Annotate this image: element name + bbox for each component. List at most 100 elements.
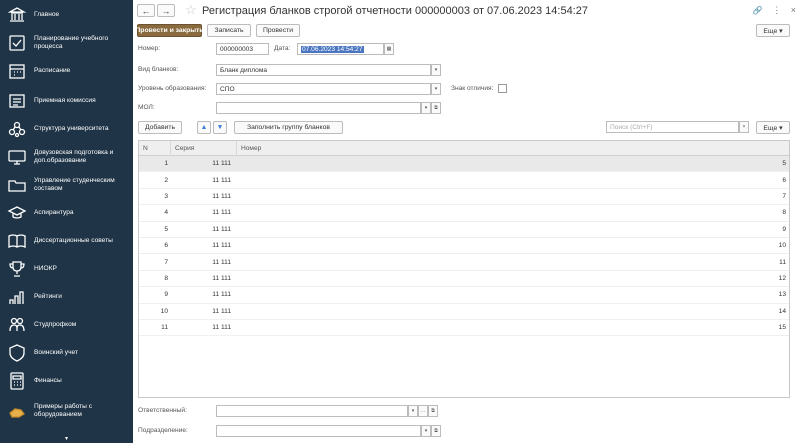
move-down-icon[interactable]: ▼ xyxy=(213,121,227,134)
sidebar-item[interactable]: Студпрофком xyxy=(0,310,133,340)
add-button[interactable]: Добавить xyxy=(138,121,182,134)
cell-n: 10 xyxy=(160,307,168,315)
edu-level-dropdown-icon[interactable]: ▾ xyxy=(431,83,441,95)
sidebar-item[interactable]: Рейтинги xyxy=(0,282,133,312)
blank-type-dropdown-icon[interactable]: ▾ xyxy=(431,64,441,76)
table-row[interactable]: 7 11 111 11 xyxy=(139,254,789,271)
cell-number: 13 xyxy=(778,291,786,299)
number-field[interactable]: 000000003 xyxy=(216,43,269,55)
mol-open-link-icon[interactable]: ⧉ xyxy=(431,102,441,114)
sidebar-item[interactable]: Примеры работы с оборудованием xyxy=(0,396,133,426)
sidebar-item-label: Финансы xyxy=(34,377,62,384)
responsible-dropdown-icon[interactable]: ▾ xyxy=(408,405,418,417)
blank-type-field[interactable]: Бланк диплома xyxy=(216,64,431,76)
department-dropdown-icon[interactable]: ▾ xyxy=(421,425,431,437)
date-field[interactable]: 07.06.2023 14:54:27 xyxy=(297,43,384,55)
column-header-series[interactable]: Серия xyxy=(171,141,237,156)
cell-number: 15 xyxy=(778,324,786,332)
department-label: Подразделение: xyxy=(138,427,188,434)
sidebar-item-label: Структура университета xyxy=(34,125,109,132)
move-up-icon[interactable]: ▲ xyxy=(197,121,211,134)
fill-blank-group-button[interactable]: Заполнить группу бланков xyxy=(234,121,343,134)
search-clear-icon[interactable]: × xyxy=(739,121,749,133)
structure-icon xyxy=(7,119,27,139)
department-field[interactable] xyxy=(216,425,421,437)
table-row[interactable]: 9 11 111 13 xyxy=(139,287,789,304)
cell-series: 11 111 xyxy=(212,225,231,233)
sidebar-item-label: Приемная комиссия xyxy=(34,97,96,104)
table-row[interactable]: 3 11 111 7 xyxy=(139,189,789,206)
sidebar-more-icon[interactable]: ▾ xyxy=(0,433,133,443)
favorite-star-icon[interactable]: ☆ xyxy=(185,3,197,17)
post-button[interactable]: Провести xyxy=(256,24,300,37)
cell-series: 11 111 xyxy=(212,324,231,332)
sidebar-item-label: Главное xyxy=(34,11,60,18)
sidebar-item[interactable]: Планирование учебного процесса xyxy=(0,28,133,58)
people-icon xyxy=(7,315,27,335)
responsible-open-link-icon[interactable]: ⧉ xyxy=(428,405,438,417)
sidebar-item[interactable]: Расписание xyxy=(0,56,133,86)
cell-number: 12 xyxy=(778,274,786,282)
shield-icon xyxy=(7,343,27,363)
table-row[interactable]: 8 11 111 12 xyxy=(139,271,789,288)
calendar-icon xyxy=(7,61,27,81)
sidebar-item[interactable]: Аспирантура xyxy=(0,198,133,228)
mol-dropdown-icon[interactable]: ▾ xyxy=(421,102,431,114)
honors-checkbox[interactable] xyxy=(498,84,507,93)
table-row[interactable]: 10 11 111 14 xyxy=(139,304,789,320)
link-icon[interactable]: 🔗 xyxy=(753,6,763,15)
responsible-select-icon[interactable]: … xyxy=(418,405,428,417)
graduation-cap-icon xyxy=(7,203,27,223)
sidebar-item[interactable]: Диссертационные советы xyxy=(0,226,133,256)
sidebar-item[interactable]: Структура университета xyxy=(0,114,133,144)
sidebar-item[interactable]: Приемная комиссия xyxy=(0,86,133,116)
cell-series: 11 111 xyxy=(212,209,231,217)
column-header-n[interactable]: N xyxy=(139,141,171,156)
cell-number: 11 xyxy=(779,258,786,266)
page-title: Регистрация бланков строгой отчетности 0… xyxy=(202,5,588,17)
sidebar-item[interactable]: Главное xyxy=(0,0,133,30)
sidebar-item-label: Студпрофком xyxy=(34,321,77,328)
honors-label: Знак отличия: xyxy=(451,85,494,92)
table-row[interactable]: 1 11 111 5 xyxy=(139,156,789,173)
search-input[interactable]: Поиск (Ctrl+F) xyxy=(606,121,739,133)
cell-n: 8 xyxy=(164,274,168,282)
department-open-link-icon[interactable]: ⧉ xyxy=(431,425,441,437)
save-button[interactable]: Записать xyxy=(207,24,251,37)
column-header-number[interactable]: Номер xyxy=(237,141,789,156)
sidebar-item[interactable]: НИОКР xyxy=(0,254,133,284)
date-label: Дата: xyxy=(274,45,291,52)
sidebar-item[interactable]: Воинский учет xyxy=(0,338,133,368)
cell-n: 11 xyxy=(161,324,168,332)
menu-icon[interactable]: ⋮ xyxy=(772,5,781,15)
table-more-button[interactable]: Еще ▾ xyxy=(756,121,790,134)
cell-series: 11 111 xyxy=(212,307,231,315)
table-row[interactable]: 4 11 111 8 xyxy=(139,205,789,222)
bar-chart-icon xyxy=(7,287,27,307)
cell-number: 10 xyxy=(778,242,786,250)
responsible-field[interactable] xyxy=(216,405,408,417)
sidebar-item-label: Довузовская подготовка и доп.образование xyxy=(34,149,114,164)
table-row[interactable]: 6 11 111 10 xyxy=(139,238,789,255)
title-bar: ← → ☆ Регистрация бланков строгой отчетн… xyxy=(137,3,796,19)
table-row[interactable]: 2 11 111 6 xyxy=(139,172,789,189)
calendar-icon[interactable]: ▦ xyxy=(384,43,394,55)
more-button[interactable]: Еще ▾ xyxy=(756,24,790,37)
back-button[interactable]: ← xyxy=(137,4,155,17)
post-and-close-button[interactable]: Провести и закрыть xyxy=(135,24,204,37)
sidebar-item[interactable]: Довузовская подготовка и доп.образование xyxy=(0,142,133,172)
close-icon[interactable]: × xyxy=(791,5,796,15)
forward-button[interactable]: → xyxy=(157,4,175,17)
sidebar-item[interactable]: Управление студенческим составом xyxy=(0,170,133,200)
edu-level-field[interactable]: СПО xyxy=(216,83,431,95)
sidebar-item[interactable]: Финансы xyxy=(0,366,133,396)
table-row[interactable]: 5 11 111 9 xyxy=(139,222,789,238)
table-row[interactable]: 11 11 111 15 xyxy=(139,320,789,337)
sidebar-item-label: Управление студенческим составом xyxy=(34,177,115,192)
list-icon xyxy=(7,91,27,111)
mol-field[interactable] xyxy=(216,102,421,114)
hand-icon xyxy=(7,401,27,421)
cell-series: 11 111 xyxy=(212,176,231,184)
cell-n: 7 xyxy=(164,258,168,266)
cell-series: 11 111 xyxy=(212,274,231,282)
